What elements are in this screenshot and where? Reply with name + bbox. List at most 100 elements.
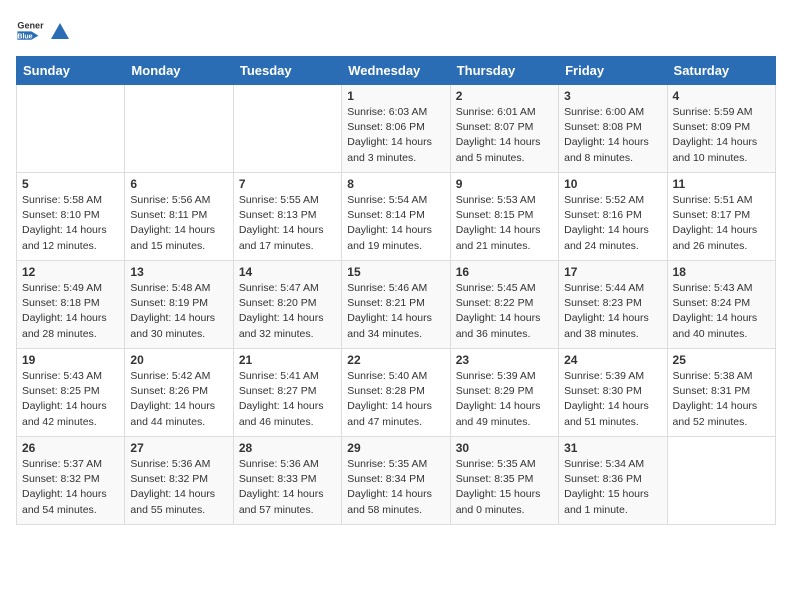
- calendar-cell: [17, 85, 125, 173]
- day-info: Sunrise: 6:00 AMSunset: 8:08 PMDaylight:…: [564, 105, 661, 166]
- day-info: Sunrise: 6:03 AMSunset: 8:06 PMDaylight:…: [347, 105, 444, 166]
- col-header-wednesday: Wednesday: [342, 57, 450, 85]
- sunrise-text: Sunrise: 5:48 AM: [130, 281, 227, 296]
- calendar-cell: 29Sunrise: 5:35 AMSunset: 8:34 PMDayligh…: [342, 437, 450, 525]
- sunrise-text: Sunrise: 5:39 AM: [456, 369, 553, 384]
- calendar-cell: 22Sunrise: 5:40 AMSunset: 8:28 PMDayligh…: [342, 349, 450, 437]
- col-header-sunday: Sunday: [17, 57, 125, 85]
- day-number: 6: [130, 177, 227, 191]
- day-info: Sunrise: 5:55 AMSunset: 8:13 PMDaylight:…: [239, 193, 336, 254]
- daylight-text: Daylight: 14 hours and 51 minutes.: [564, 399, 661, 429]
- daylight-text: Daylight: 14 hours and 57 minutes.: [239, 487, 336, 517]
- sunset-text: Sunset: 8:24 PM: [673, 296, 770, 311]
- daylight-text: Daylight: 14 hours and 46 minutes.: [239, 399, 336, 429]
- day-info: Sunrise: 5:44 AMSunset: 8:23 PMDaylight:…: [564, 281, 661, 342]
- calendar-cell: 10Sunrise: 5:52 AMSunset: 8:16 PMDayligh…: [559, 173, 667, 261]
- sunset-text: Sunset: 8:32 PM: [130, 472, 227, 487]
- col-header-friday: Friday: [559, 57, 667, 85]
- day-info: Sunrise: 5:43 AMSunset: 8:25 PMDaylight:…: [22, 369, 119, 430]
- calendar-table: SundayMondayTuesdayWednesdayThursdayFrid…: [16, 56, 776, 525]
- sunrise-text: Sunrise: 5:59 AM: [673, 105, 770, 120]
- sunrise-text: Sunrise: 5:46 AM: [347, 281, 444, 296]
- day-info: Sunrise: 5:59 AMSunset: 8:09 PMDaylight:…: [673, 105, 770, 166]
- daylight-text: Daylight: 14 hours and 30 minutes.: [130, 311, 227, 341]
- sunset-text: Sunset: 8:35 PM: [456, 472, 553, 487]
- calendar-cell: 30 Sunrise: 5:35 AMSunset: 8:35 PMDayligh…: [450, 437, 558, 525]
- svg-text:Blue: Blue: [17, 33, 32, 40]
- sunrise-text: Sunrise: 5:42 AM: [130, 369, 227, 384]
- day-info: Sunrise: 5:43 AMSunset: 8:24 PMDaylight:…: [673, 281, 770, 342]
- day-number: 30: [456, 441, 553, 455]
- calendar-cell: 19Sunrise: 5:43 AMSunset: 8:25 PMDayligh…: [17, 349, 125, 437]
- sunrise-text: Sunrise: 5:40 AM: [347, 369, 444, 384]
- calendar-cell: 14Sunrise: 5:47 AMSunset: 8:20 PMDayligh…: [233, 261, 341, 349]
- sunrise-text: Sunrise: 5:45 AM: [456, 281, 553, 296]
- calendar-cell: 21Sunrise: 5:41 AMSunset: 8:27 PMDayligh…: [233, 349, 341, 437]
- sunset-text: Sunset: 8:08 PM: [564, 120, 661, 135]
- day-info: Sunrise: 5:39 AMSunset: 8:30 PMDaylight:…: [564, 369, 661, 430]
- calendar-header-row: SundayMondayTuesdayWednesdayThursdayFrid…: [17, 57, 776, 85]
- daylight-text: Daylight: 15 hours and 0 minutes.: [456, 487, 553, 517]
- logo: General Blue: [16, 16, 72, 44]
- day-info: Sunrise: 5:45 AMSunset: 8:22 PMDaylight:…: [456, 281, 553, 342]
- calendar-cell: 7Sunrise: 5:55 AMSunset: 8:13 PMDaylight…: [233, 173, 341, 261]
- calendar-cell: 26Sunrise: 5:37 AMSunset: 8:32 PMDayligh…: [17, 437, 125, 525]
- daylight-text: Daylight: 14 hours and 26 minutes.: [673, 223, 770, 253]
- daylight-text: Daylight: 14 hours and 38 minutes.: [564, 311, 661, 341]
- sunset-text: Sunset: 8:33 PM: [239, 472, 336, 487]
- sunrise-text: Sunrise: 5:36 AM: [130, 457, 227, 472]
- daylight-text: Daylight: 15 hours and 1 minute.: [564, 487, 661, 517]
- day-number: 15: [347, 265, 444, 279]
- calendar-cell: 9Sunrise: 5:53 AMSunset: 8:15 PMDaylight…: [450, 173, 558, 261]
- day-number: 13: [130, 265, 227, 279]
- sunset-text: Sunset: 8:06 PM: [347, 120, 444, 135]
- sunrise-text: Sunrise: 5:55 AM: [239, 193, 336, 208]
- day-info: Sunrise: 5:47 AMSunset: 8:20 PMDaylight:…: [239, 281, 336, 342]
- logo-icon: General Blue: [16, 16, 44, 44]
- col-header-thursday: Thursday: [450, 57, 558, 85]
- sunrise-text: Sunrise: 5:36 AM: [239, 457, 336, 472]
- day-info: Sunrise: 5:54 AMSunset: 8:14 PMDaylight:…: [347, 193, 444, 254]
- sunset-text: Sunset: 8:11 PM: [130, 208, 227, 223]
- sunset-text: Sunset: 8:26 PM: [130, 384, 227, 399]
- calendar-cell: 28Sunrise: 5:36 AMSunset: 8:33 PMDayligh…: [233, 437, 341, 525]
- sunset-text: Sunset: 8:29 PM: [456, 384, 553, 399]
- day-info: Sunrise: 5:52 AMSunset: 8:16 PMDaylight:…: [564, 193, 661, 254]
- calendar-cell: 2Sunrise: 6:01 AMSunset: 8:07 PMDaylight…: [450, 85, 558, 173]
- daylight-text: Daylight: 14 hours and 49 minutes.: [456, 399, 553, 429]
- sunrise-text: Sunrise: 5:35 AM: [347, 457, 444, 472]
- daylight-text: Daylight: 14 hours and 44 minutes.: [130, 399, 227, 429]
- calendar-cell: 17Sunrise: 5:44 AMSunset: 8:23 PMDayligh…: [559, 261, 667, 349]
- day-number: 20: [130, 353, 227, 367]
- calendar-cell: 23Sunrise: 5:39 AMSunset: 8:29 PMDayligh…: [450, 349, 558, 437]
- header: General Blue: [16, 16, 776, 44]
- day-number: 31: [564, 441, 661, 455]
- day-info: Sunrise: 5:58 AMSunset: 8:10 PMDaylight:…: [22, 193, 119, 254]
- day-number: 4: [673, 89, 770, 103]
- calendar-cell: 27Sunrise: 5:36 AMSunset: 8:32 PMDayligh…: [125, 437, 233, 525]
- sunrise-text: Sunrise: 6:00 AM: [564, 105, 661, 120]
- daylight-text: Daylight: 14 hours and 21 minutes.: [456, 223, 553, 253]
- sunrise-text: Sunrise: 5:43 AM: [22, 369, 119, 384]
- day-info: Sunrise: 5:36 AMSunset: 8:33 PMDaylight:…: [239, 457, 336, 518]
- day-number: 1: [347, 89, 444, 103]
- day-info: Sunrise: 5:35 AMSunset: 8:35 PMDaylight:…: [456, 457, 553, 518]
- daylight-text: Daylight: 14 hours and 32 minutes.: [239, 311, 336, 341]
- sunset-text: Sunset: 8:13 PM: [239, 208, 336, 223]
- day-info: Sunrise: 5:46 AMSunset: 8:21 PMDaylight:…: [347, 281, 444, 342]
- daylight-text: Daylight: 14 hours and 3 minutes.: [347, 135, 444, 165]
- day-info: Sunrise: 5:48 AMSunset: 8:19 PMDaylight:…: [130, 281, 227, 342]
- sunset-text: Sunset: 8:16 PM: [564, 208, 661, 223]
- sunset-text: Sunset: 8:14 PM: [347, 208, 444, 223]
- sunset-text: Sunset: 8:34 PM: [347, 472, 444, 487]
- daylight-text: Daylight: 14 hours and 58 minutes.: [347, 487, 444, 517]
- sunset-text: Sunset: 8:36 PM: [564, 472, 661, 487]
- day-number: 5: [22, 177, 119, 191]
- day-number: 27: [130, 441, 227, 455]
- sunset-text: Sunset: 8:07 PM: [456, 120, 553, 135]
- day-number: 22: [347, 353, 444, 367]
- day-info: Sunrise: 5:35 AMSunset: 8:34 PMDaylight:…: [347, 457, 444, 518]
- sunset-text: Sunset: 8:17 PM: [673, 208, 770, 223]
- daylight-text: Daylight: 14 hours and 5 minutes.: [456, 135, 553, 165]
- sunset-text: Sunset: 8:25 PM: [22, 384, 119, 399]
